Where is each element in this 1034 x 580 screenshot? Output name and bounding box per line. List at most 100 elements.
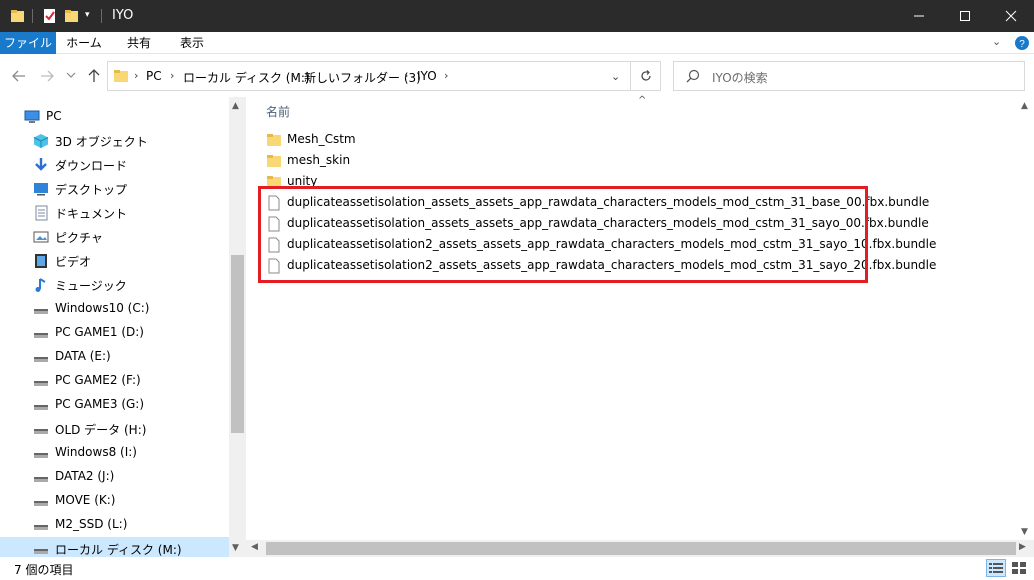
address-row: › PC › ローカル ディスク (M:) › 新しいフォルダー (3) › I… (0, 55, 1034, 97)
navigation-pane: PC 3D オブジェクト ダウンロード デスクトップ ドキュメント ピクチャ ビ… (0, 97, 246, 557)
nav-item-drive-i[interactable]: Windows8 (I:) (0, 441, 229, 465)
close-button[interactable] (988, 0, 1034, 32)
details-view-button[interactable] (986, 559, 1006, 577)
scroll-up-icon[interactable]: ▲ (1021, 101, 1028, 111)
nav-item-drive-d[interactable]: PC GAME1 (D:) (0, 321, 229, 345)
properties-icon[interactable] (42, 8, 58, 24)
expand-ribbon-icon[interactable]: ⌄ (992, 35, 1008, 51)
drive-icon (33, 445, 49, 461)
nav-item-drive-l[interactable]: M2_SSD (L:) (0, 513, 229, 537)
horizontal-scroll-thumb[interactable] (266, 542, 1016, 555)
nav-item-music[interactable]: ミュージック (0, 273, 229, 297)
address-history-icon[interactable]: ⌄ (611, 70, 620, 83)
separator (101, 9, 102, 23)
chevron-right-icon[interactable]: › (170, 69, 174, 82)
tab-view[interactable]: 表示 (166, 32, 218, 54)
column-header-name[interactable]: 名前 (266, 103, 290, 120)
details-view-icon (989, 563, 1003, 573)
up-icon[interactable] (85, 67, 103, 85)
status-bar: 7 個の項目 (0, 557, 1034, 580)
search-box[interactable]: IYOの検索 (673, 61, 1025, 91)
scroll-left-icon[interactable]: ◀ (251, 542, 258, 552)
refresh-button[interactable] (631, 61, 661, 91)
nav-item-drive-k[interactable]: MOVE (K:) (0, 489, 229, 513)
nav-item-drive-m[interactable]: ローカル ディスク (M:) (0, 537, 229, 557)
drive-icon (33, 517, 49, 533)
scroll-down-icon[interactable]: ▼ (232, 543, 239, 553)
folder-icon (266, 153, 282, 169)
sort-ascending-icon: ^ (638, 95, 647, 106)
chevron-right-icon[interactable]: › (134, 69, 138, 82)
video-icon (33, 253, 49, 269)
nav-item-documents[interactable]: ドキュメント (0, 201, 229, 225)
nav-item-drive-g[interactable]: PC GAME3 (G:) (0, 393, 229, 417)
scroll-up-icon[interactable]: ▲ (232, 101, 239, 111)
tab-share[interactable]: 共有 (112, 32, 166, 54)
forward-icon[interactable] (38, 67, 56, 85)
drive-icon (33, 493, 49, 509)
new-folder-icon[interactable] (64, 8, 80, 24)
content-scrollbar[interactable]: ▲ ▼ (1017, 97, 1034, 540)
drive-icon (33, 469, 49, 485)
scroll-right-icon[interactable]: ▶ (1019, 542, 1026, 552)
ribbon-tabs: ファイル ホーム 共有 表示 ⌄ ? (0, 32, 1034, 54)
nav-scrollbar[interactable]: ▲ ▼ (229, 97, 246, 557)
recent-locations-icon[interactable] (66, 69, 84, 87)
3d-objects-icon (33, 133, 49, 149)
pc-icon (24, 109, 40, 125)
nav-item-3d-objects[interactable]: 3D オブジェクト (0, 129, 229, 153)
scroll-down-icon[interactable]: ▼ (1021, 527, 1028, 537)
nav-item-desktop[interactable]: デスクトップ (0, 177, 229, 201)
drive-icon (33, 325, 49, 341)
drive-icon (33, 349, 49, 365)
nav-item-drive-c[interactable]: Windows10 (C:) (0, 297, 229, 321)
breadcrumb-pc[interactable]: PC (146, 69, 162, 83)
nav-item-pc[interactable]: PC (0, 105, 229, 129)
address-bar[interactable]: › PC › ローカル ディスク (M:) › 新しいフォルダー (3) › I… (107, 61, 631, 91)
nav-item-drive-j[interactable]: DATA2 (J:) (0, 465, 229, 489)
window-title: IYO (112, 8, 134, 23)
back-icon[interactable] (10, 67, 28, 85)
maximize-icon (960, 11, 970, 21)
drive-icon (33, 397, 49, 413)
download-icon (33, 157, 49, 173)
large-icons-view-button[interactable] (1009, 559, 1029, 577)
nav-scroll-thumb[interactable] (231, 255, 244, 433)
nav-item-drive-f[interactable]: PC GAME2 (F:) (0, 369, 229, 393)
nav-item-videos[interactable]: ビデオ (0, 249, 229, 273)
large-icons-view-icon (1012, 562, 1026, 574)
breadcrumb-iyo[interactable]: IYO (417, 69, 437, 83)
nav-item-drive-h[interactable]: OLD データ (H:) (0, 417, 229, 441)
chevron-right-icon[interactable]: › (444, 69, 448, 82)
nav-item-downloads[interactable]: ダウンロード (0, 153, 229, 177)
search-icon (686, 69, 700, 86)
search-input[interactable]: IYOの検索 (712, 69, 768, 86)
svg-text:?: ? (1019, 39, 1025, 50)
item-count: 7 個の項目 (14, 563, 74, 577)
drive-icon (33, 301, 49, 317)
help-icon[interactable]: ? (1014, 35, 1030, 51)
nav-item-pictures[interactable]: ピクチャ (0, 225, 229, 249)
folder-icon (113, 68, 129, 87)
drive-icon (33, 421, 49, 437)
refresh-icon (640, 70, 651, 81)
minimize-icon (914, 15, 924, 17)
file-list: ^ 名前 Mesh_Cstm mesh_skin unity duplicate… (246, 95, 1034, 557)
separator (32, 9, 33, 23)
customize-toolbar-icon[interactable]: ▾ (85, 10, 101, 26)
highlight-box (258, 186, 868, 283)
folder-icon[interactable] (10, 8, 26, 24)
close-icon (1005, 10, 1017, 22)
nav-item-drive-e[interactable]: DATA (E:) (0, 345, 229, 369)
music-icon (33, 277, 49, 293)
documents-icon (33, 205, 49, 221)
minimize-button[interactable] (896, 0, 942, 32)
tab-file[interactable]: ファイル (0, 32, 56, 54)
chevron-right-icon[interactable]: › (291, 69, 295, 82)
drive-icon (33, 541, 49, 557)
title-bar: ▾ IYO (0, 0, 1034, 32)
chevron-right-icon[interactable]: › (404, 69, 408, 82)
horizontal-scrollbar[interactable]: ◀ ▶ (246, 540, 1034, 557)
maximize-button[interactable] (942, 0, 988, 32)
tab-home[interactable]: ホーム (56, 32, 112, 54)
